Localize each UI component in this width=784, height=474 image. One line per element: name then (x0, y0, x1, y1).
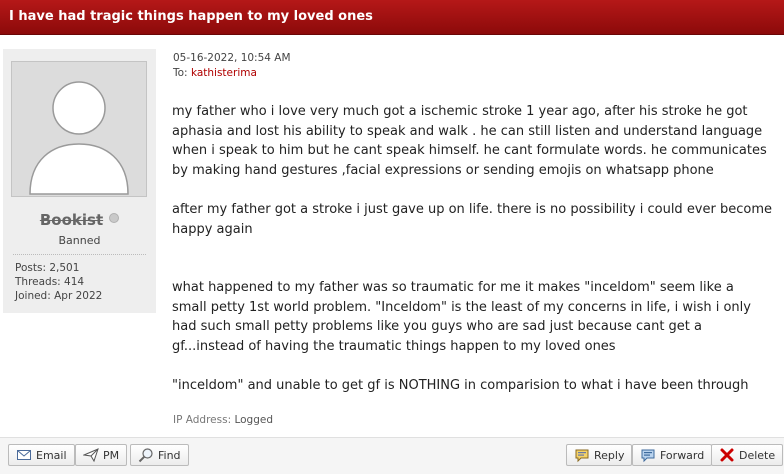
sidebar-divider (13, 254, 146, 255)
recipient-link[interactable]: kathisterima (191, 67, 257, 79)
post-paragraph: what happened to my father was so trauma… (172, 280, 751, 354)
pm-button[interactable]: PM (75, 444, 128, 466)
ip-value: Logged (234, 414, 274, 426)
post-paragraph: "inceldom" and unable to get gf is NOTHI… (172, 378, 749, 393)
stat-threads: Threads: 414 (15, 276, 85, 288)
post-recipient: To: kathisterima (173, 67, 257, 79)
to-label: To: (173, 67, 188, 79)
avatar[interactable] (11, 61, 147, 197)
thread-title: I have had tragic things happen to my lo… (9, 9, 373, 24)
post-footer-toolbar: Email PM Find Reply Forward Delete (0, 437, 784, 474)
post-paragraph: after my father got a stroke i just gave… (172, 202, 772, 237)
email-label: Email (36, 448, 67, 462)
ip-address: IP Address: Logged (173, 414, 273, 426)
stat-posts: Posts: 2,501 (15, 262, 80, 274)
offline-status-icon (109, 213, 120, 223)
reply-icon (575, 449, 589, 463)
paper-plane-icon (83, 448, 99, 463)
reply-label: Reply (594, 448, 625, 462)
ip-label: IP Address: (173, 414, 232, 426)
pm-label: PM (103, 448, 120, 462)
forward-button[interactable]: Forward (632, 444, 713, 466)
magnifier-icon (138, 448, 153, 463)
delete-button[interactable]: Delete (711, 444, 784, 466)
delete-x-icon (720, 448, 734, 462)
forward-icon (641, 449, 655, 463)
find-button[interactable]: Find (130, 444, 189, 466)
post-date: 05-16-2022, 10:54 AM (173, 52, 291, 64)
reply-button[interactable]: Reply (566, 444, 633, 466)
find-label: Find (158, 448, 181, 462)
username[interactable]: Bookist (3, 211, 156, 229)
post-paragraph: my father who i love very much got a isc… (172, 104, 767, 178)
envelope-icon (17, 450, 31, 460)
username-text[interactable]: Bookist (40, 211, 103, 229)
forward-label: Forward (660, 448, 705, 462)
email-button[interactable]: Email (8, 444, 75, 466)
post-body: my father who i love very much got a isc… (172, 102, 772, 396)
user-role: Banned (58, 234, 101, 247)
stat-joined: Joined: Apr 2022 (15, 290, 103, 302)
avatar-placeholder-icon (29, 81, 129, 195)
delete-label: Delete (739, 448, 776, 462)
author-sidebar: Bookist Banned Posts: 2,501 Threads: 414… (3, 49, 156, 313)
thread-title-bar: I have had tragic things happen to my lo… (0, 0, 784, 35)
